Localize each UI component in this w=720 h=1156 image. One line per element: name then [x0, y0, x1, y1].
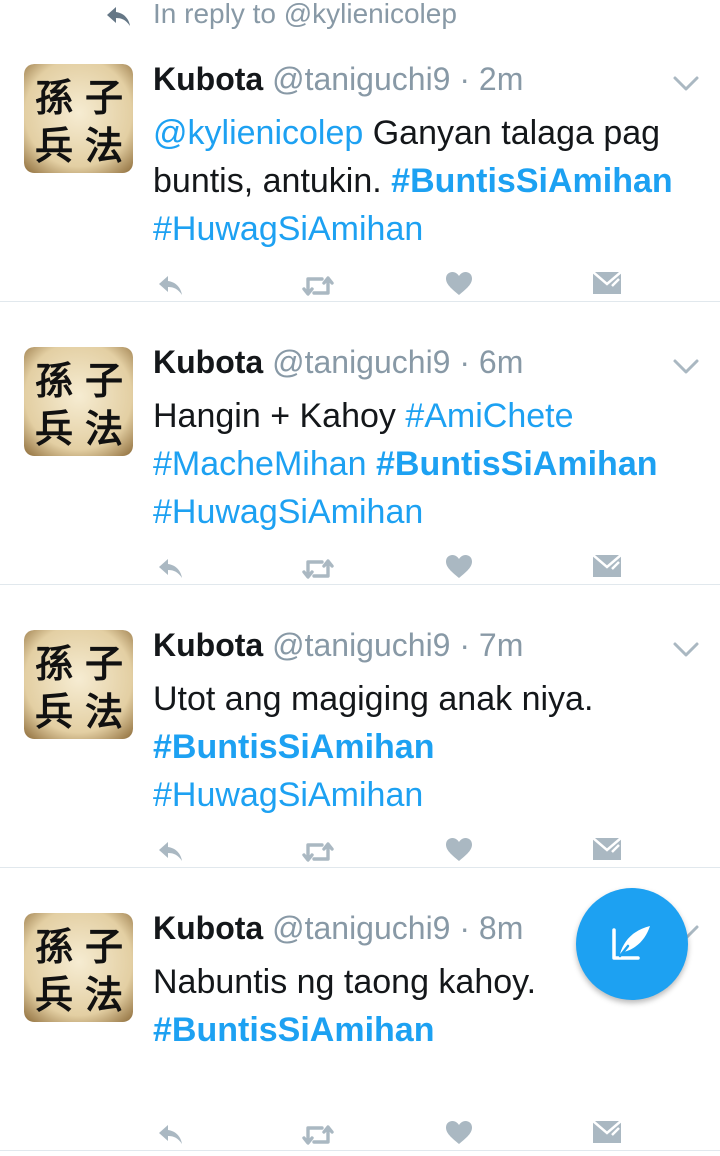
tweet-header: Kubota @taniguchi9 · 8m [153, 908, 523, 948]
hashtag-link[interactable]: #BuntisSiAmihan [153, 728, 434, 766]
author-name[interactable]: Kubota [153, 627, 263, 663]
tweet-header: Kubota @taniguchi9 · 6m [153, 342, 523, 382]
reply-icon[interactable] [156, 556, 186, 587]
direct-message-icon[interactable] [592, 837, 622, 866]
retweet-icon[interactable] [300, 273, 336, 304]
tweet-header: Kubota @taniguchi9 · 2m [153, 59, 523, 99]
retweet-icon[interactable] [300, 1122, 336, 1153]
tweet-text-segment: Nabuntis ng taong kahoy. [153, 963, 537, 1001]
tweet-text-segment: Hangin + Kahoy [153, 397, 406, 435]
hashtag-link[interactable]: #BuntisSiAmihan [376, 445, 657, 483]
heart-icon[interactable] [445, 1120, 473, 1151]
timestamp[interactable]: 7m [479, 627, 523, 663]
hashtag-link[interactable]: #HuwagSiAmihan [153, 210, 423, 248]
hashtag-link[interactable]: #HuwagSiAmihan [153, 776, 423, 814]
compose-tweet-icon [612, 926, 650, 960]
svg-text:兵: 兵 [35, 407, 73, 451]
author-handle[interactable]: @taniguchi9 [263, 627, 450, 663]
compose-tweet-button[interactable] [576, 888, 688, 1000]
svg-text:法: 法 [85, 690, 123, 734]
retweet-icon[interactable] [300, 839, 336, 870]
heart-icon[interactable] [445, 837, 473, 868]
svg-text:法: 法 [85, 407, 123, 451]
timestamp[interactable]: 8m [479, 910, 523, 946]
avatar[interactable]: 孫子兵法 [24, 630, 133, 739]
heart-icon[interactable] [445, 554, 473, 585]
svg-text:子: 子 [85, 642, 123, 686]
hashtag-link[interactable]: #AmiChete [405, 397, 573, 435]
tweet-text-segment: Utot ang magiging anak niya. [153, 680, 594, 718]
author-name[interactable]: Kubota [153, 910, 263, 946]
reply-icon[interactable] [156, 839, 186, 870]
chevron-down-icon[interactable] [672, 641, 700, 659]
tweet[interactable]: 孫子兵法 Kubota @taniguchi9 · 7m Utot ang magi… [0, 585, 720, 868]
svg-text:孫: 孫 [35, 925, 73, 969]
separator-dot: · [450, 627, 479, 663]
tweet-actions [0, 1116, 720, 1156]
svg-text:子: 子 [85, 359, 123, 403]
tweet-actions [0, 267, 720, 307]
hashtag-link[interactable]: #HuwagSiAmihan [153, 493, 423, 531]
tweet-text: @kylienicolep Ganyan talaga pag buntis, … [153, 109, 693, 253]
svg-text:孫: 孫 [35, 76, 73, 120]
author-name[interactable]: Kubota [153, 61, 263, 97]
heart-icon[interactable] [445, 271, 473, 302]
separator-dot: · [450, 344, 479, 380]
svg-text:兵: 兵 [35, 124, 73, 168]
retweet-icon[interactable] [300, 556, 336, 587]
svg-text:法: 法 [85, 973, 123, 1017]
direct-message-icon[interactable] [592, 554, 622, 583]
avatar[interactable]: 孫子兵法 [24, 64, 133, 173]
tweet-text: Utot ang magiging anak niya. #BuntisSiAm… [153, 675, 693, 819]
tweet[interactable]: 孫子兵法 Kubota @taniguchi9 · 2m @kylienicolep… [0, 19, 720, 302]
reply-icon[interactable] [156, 1122, 186, 1153]
svg-text:子: 子 [85, 925, 123, 969]
svg-text:兵: 兵 [35, 973, 73, 1017]
hashtag-link[interactable]: #MacheMihan [153, 445, 367, 483]
timestamp[interactable]: 6m [479, 344, 523, 380]
tweet-actions [0, 833, 720, 873]
timestamp[interactable]: 2m [479, 61, 523, 97]
svg-text:子: 子 [85, 76, 123, 120]
tweet[interactable]: 孫子兵法 Kubota @taniguchi9 · 6m Hangin + Kaho… [0, 302, 720, 585]
author-handle[interactable]: @taniguchi9 [263, 61, 450, 97]
chevron-down-icon[interactable] [672, 75, 700, 93]
hashtag-link[interactable]: #BuntisSiAmihan [153, 1011, 434, 1049]
mention-link[interactable]: @kylienicolep [153, 114, 363, 152]
reply-icon[interactable] [156, 273, 186, 304]
tweet-text: Hangin + Kahoy #AmiChete #MacheMihan #Bu… [153, 392, 693, 536]
author-name[interactable]: Kubota [153, 344, 263, 380]
tweet-text-segment [367, 445, 376, 483]
tweet-header: Kubota @taniguchi9 · 7m [153, 625, 523, 665]
avatar[interactable]: 孫子兵法 [24, 913, 133, 1022]
svg-text:孫: 孫 [35, 642, 73, 686]
direct-message-icon[interactable] [592, 271, 622, 300]
separator-dot: · [450, 910, 479, 946]
avatar[interactable]: 孫子兵法 [24, 347, 133, 456]
author-handle[interactable]: @taniguchi9 [263, 344, 450, 380]
direct-message-icon[interactable] [592, 1120, 622, 1149]
separator-dot: · [450, 61, 479, 97]
svg-text:法: 法 [85, 124, 123, 168]
chevron-down-icon[interactable] [672, 358, 700, 376]
svg-text:兵: 兵 [35, 690, 73, 734]
author-handle[interactable]: @taniguchi9 [263, 910, 450, 946]
tweet-actions [0, 550, 720, 590]
hashtag-link[interactable]: #BuntisSiAmihan [391, 162, 672, 200]
svg-text:孫: 孫 [35, 359, 73, 403]
